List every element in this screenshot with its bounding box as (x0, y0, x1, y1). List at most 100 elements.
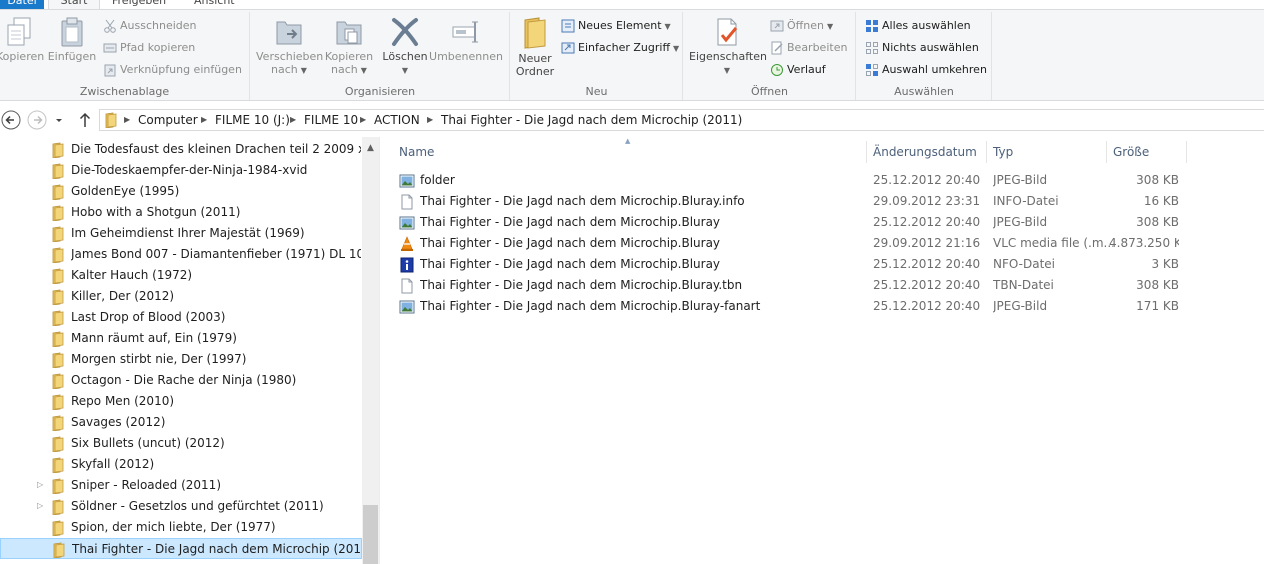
file-size: 308 KB (1136, 173, 1179, 187)
scroll-up-arrow-icon[interactable]: ▲ (362, 137, 379, 159)
paste-shortcut-label: Verknüpfung einfügen (120, 63, 242, 76)
breadcrumb-separator-icon[interactable]: ▶ (360, 110, 366, 130)
image-file-icon (399, 173, 415, 192)
column-header-size[interactable]: Größe (1107, 141, 1187, 163)
file-size: 171 KB (1136, 299, 1179, 313)
file-name: Thai Fighter - Die Jagd nach dem Microch… (420, 278, 743, 292)
copy-path-button[interactable]: Pfad kopieren (103, 39, 195, 57)
file-row[interactable]: Thai Fighter - Die Jagd nach dem Microch… (395, 233, 1195, 254)
tree-item[interactable]: Die-Todeskaempfer-der-Ninja-1984-xvid (0, 160, 362, 181)
forward-button[interactable] (26, 109, 48, 131)
tree-item[interactable]: Die Todesfaust des kleinen Drachen teil … (0, 139, 362, 160)
select-none-button[interactable]: Nichts auswählen (865, 39, 979, 57)
tree-item[interactable]: Skyfall (2012) (0, 454, 362, 475)
copy-to-button[interactable]: Kopieren nach ▼ (321, 16, 377, 77)
file-row[interactable]: folder 25.12.2012 20:40 JPEG-Bild 308 KB (395, 170, 1195, 191)
paste-label: Einfügen (47, 50, 97, 63)
properties-button[interactable]: Eigenschaften ▼ (689, 16, 767, 77)
tree-item[interactable]: Last Drop of Blood (2003) (0, 307, 362, 328)
file-row[interactable]: Thai Fighter - Die Jagd nach dem Microch… (395, 212, 1195, 233)
expand-chevron-icon[interactable]: ▷ (37, 480, 43, 489)
paste-shortcut-button[interactable]: Verknüpfung einfügen (103, 61, 242, 79)
breadcrumb-separator-icon[interactable]: ▶ (427, 110, 433, 130)
chevron-down-icon: ▼ (300, 66, 307, 75)
column-header-date[interactable]: Änderungsdatum (867, 141, 987, 163)
new-folder-label-1: Neuer (518, 52, 552, 65)
select-all-button[interactable]: Alles auswählen (865, 17, 971, 35)
tree-item-label: Im Geheimdienst Ihrer Majestät (1969) (71, 226, 305, 240)
tab-ansicht[interactable]: Ansicht (194, 0, 235, 9)
group-label-new: Neu (585, 85, 608, 98)
group-clipboard: Kopieren Einfügen Ausschneiden Pfad kopi… (0, 12, 250, 100)
rename-button[interactable]: Umbenennen (429, 16, 503, 63)
folder-icon (50, 310, 66, 329)
cut-button[interactable]: Ausschneiden (103, 17, 197, 35)
new-folder-button[interactable]: Neuer Ordner (515, 16, 555, 78)
file-row[interactable]: Thai Fighter - Die Jagd nach dem Microch… (395, 254, 1195, 275)
edit-button[interactable]: Bearbeiten (770, 39, 847, 57)
group-new: Neuer Ordner Neues Element ▼ Einfacher Zu… (511, 12, 683, 100)
tree-item[interactable]: James Bond 007 - Diamantenfieber (1971) … (0, 244, 362, 265)
file-name: folder (420, 173, 455, 187)
open-label: Öffnen (787, 19, 824, 32)
folder-icon (50, 520, 66, 539)
paste-button[interactable]: Einfügen (46, 16, 98, 63)
navigation-scrollbar[interactable]: ▲ (362, 137, 379, 564)
expand-chevron-icon[interactable]: ▷ (37, 501, 43, 510)
folder-icon (50, 268, 66, 287)
breadcrumb-filme10[interactable]: FILME 10 (304, 110, 358, 130)
tab-datei[interactable]: Datei (0, 0, 44, 9)
tree-item[interactable]: ▷ Söldner - Gesetzlos und gefürchtet (201… (0, 496, 362, 517)
file-row[interactable]: Thai Fighter - Die Jagd nach dem Microch… (395, 296, 1195, 317)
tree-item[interactable]: Morgen stirbt nie, Der (1997) (0, 349, 362, 370)
tree-item[interactable]: Im Geheimdienst Ihrer Majestät (1969) (0, 223, 362, 244)
breadcrumb-separator-icon[interactable]: ▶ (201, 110, 207, 130)
folder-icon (50, 226, 66, 245)
tab-start[interactable]: Start (48, 0, 100, 9)
address-bar[interactable]: ▶ Computer ▶ FILME 10 (J:) ▶ FILME 10 ▶ … (99, 109, 1264, 131)
tree-item-label: Octagon - Die Rache der Ninja (1980) (71, 373, 297, 387)
paste-shortcut-icon (104, 64, 116, 77)
tree-item[interactable]: Mann räumt auf, Ein (1979) (0, 328, 362, 349)
tree-item[interactable]: Octagon - Die Rache der Ninja (1980) (0, 370, 362, 391)
history-button[interactable]: Verlauf (770, 61, 826, 79)
tree-item[interactable]: Hobo with a Shotgun (2011) (0, 202, 362, 223)
chevron-down-icon: ▼ (826, 22, 834, 31)
tree-item[interactable]: Savages (2012) (0, 412, 362, 433)
vlc-cone-icon (399, 236, 415, 255)
column-header-type[interactable]: Typ (987, 141, 1107, 163)
open-button[interactable]: Öffnen ▼ (770, 17, 833, 35)
breadcrumb-current-folder[interactable]: Thai Fighter - Die Jagd nach dem Microch… (441, 110, 742, 130)
breadcrumb-separator-icon[interactable]: ▶ (124, 110, 130, 130)
back-button[interactable] (0, 109, 22, 131)
tree-item[interactable]: ▷ Sniper - Reloaded (2011) (0, 475, 362, 496)
easy-access-button[interactable]: Einfacher Zugriff ▼ (561, 39, 679, 57)
tree-item[interactable]: Repo Men (2010) (0, 391, 362, 412)
tree-item[interactable]: Six Bullets (uncut) (2012) (0, 433, 362, 454)
move-to-button[interactable]: Verschieben nach ▼ (256, 16, 323, 77)
tab-freigeben[interactable]: Freigeben (112, 0, 166, 9)
column-header-name[interactable]: Name (393, 141, 867, 163)
recent-locations-button[interactable] (52, 109, 66, 131)
delete-button[interactable]: Löschen ▼ (382, 16, 428, 77)
breadcrumb-action[interactable]: ACTION (374, 110, 420, 130)
folder-icon (105, 112, 117, 128)
folder-icon (50, 394, 66, 413)
tree-item[interactable]: Spion, der mich liebte, Der (1977) (0, 517, 362, 538)
scrollbar-thumb[interactable] (363, 505, 378, 564)
breadcrumb-drive[interactable]: FILME 10 (J:) (215, 110, 290, 130)
tree-item[interactable]: Thai Fighter - Die Jagd nach dem Microch… (0, 538, 362, 559)
file-row[interactable]: Thai Fighter - Die Jagd nach dem Microch… (395, 275, 1195, 296)
tree-item[interactable]: Killer, Der (2012) (0, 286, 362, 307)
invert-selection-button[interactable]: Auswahl umkehren (865, 61, 987, 79)
new-item-button[interactable]: Neues Element ▼ (561, 17, 671, 35)
tree-item[interactable]: GoldenEye (1995) (0, 181, 362, 202)
tree-item-label: Thai Fighter - Die Jagd nach dem Microch… (72, 542, 362, 556)
tree-item[interactable]: Kalter Hauch (1972) (0, 265, 362, 286)
file-row[interactable]: Thai Fighter - Die Jagd nach dem Microch… (395, 191, 1195, 212)
cut-label: Ausschneiden (120, 19, 197, 32)
breadcrumb-computer[interactable]: Computer (138, 110, 198, 130)
breadcrumb-separator-icon[interactable]: ▶ (290, 110, 296, 130)
up-button[interactable] (74, 109, 96, 131)
copy-button[interactable]: Kopieren (0, 16, 44, 63)
